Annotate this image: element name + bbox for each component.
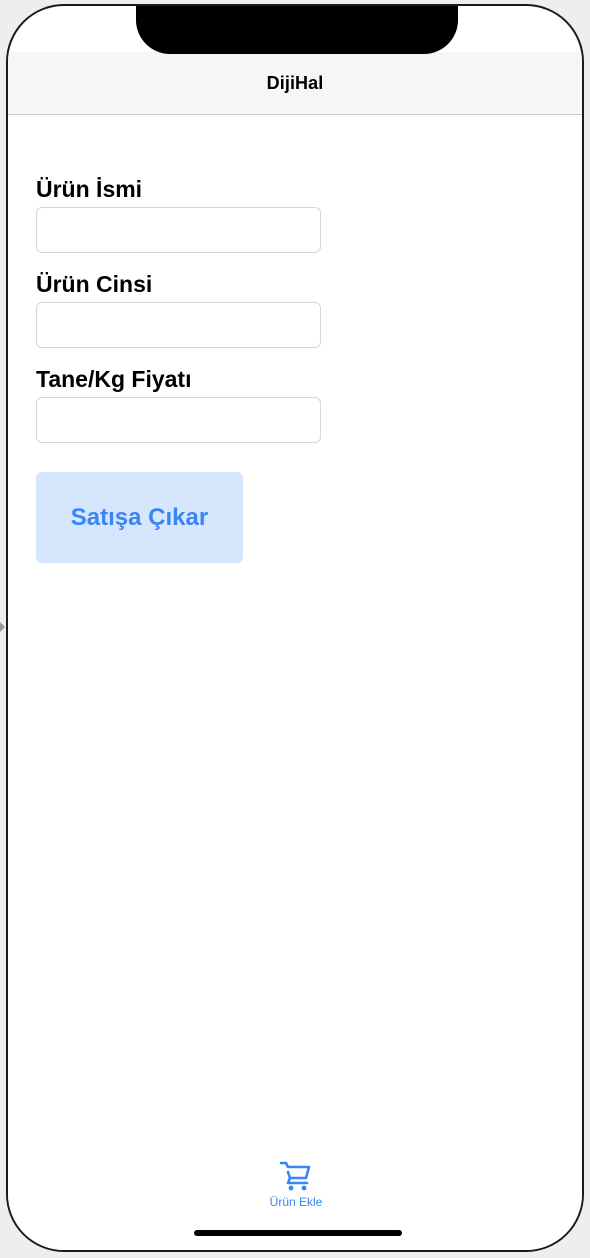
cart-icon [278,1158,314,1192]
tab-add-product-label: Ürün Ekle [269,1195,323,1209]
product-name-input[interactable] [36,207,321,253]
product-name-label: Ürün İsmi [36,176,143,202]
navigation-bar: DijiHal [8,52,582,115]
home-indicator[interactable] [194,1230,402,1236]
product-type-input[interactable] [36,302,321,348]
tab-bar: Ürün Ekle [8,1138,582,1250]
device-notch [136,6,458,54]
unit-price-label: Tane/Kg Fiyatı [36,366,192,392]
unit-price-input[interactable] [36,397,321,443]
add-product-form: Ürün İsmi Ürün Cinsi Tane/Kg Fiyatı [36,172,336,457]
put-on-sale-button[interactable]: Satışa Çıkar [36,472,243,563]
product-type-label: Ürün Cinsi [36,271,153,297]
page-title: DijiHal [266,72,324,93]
phone-frame: DijiHal Ürün İsmi Ürün Cinsi Tane/Kg Fiy… [6,4,584,1252]
side-marker [0,622,5,632]
tab-add-product[interactable]: Ürün Ekle [248,1158,344,1218]
